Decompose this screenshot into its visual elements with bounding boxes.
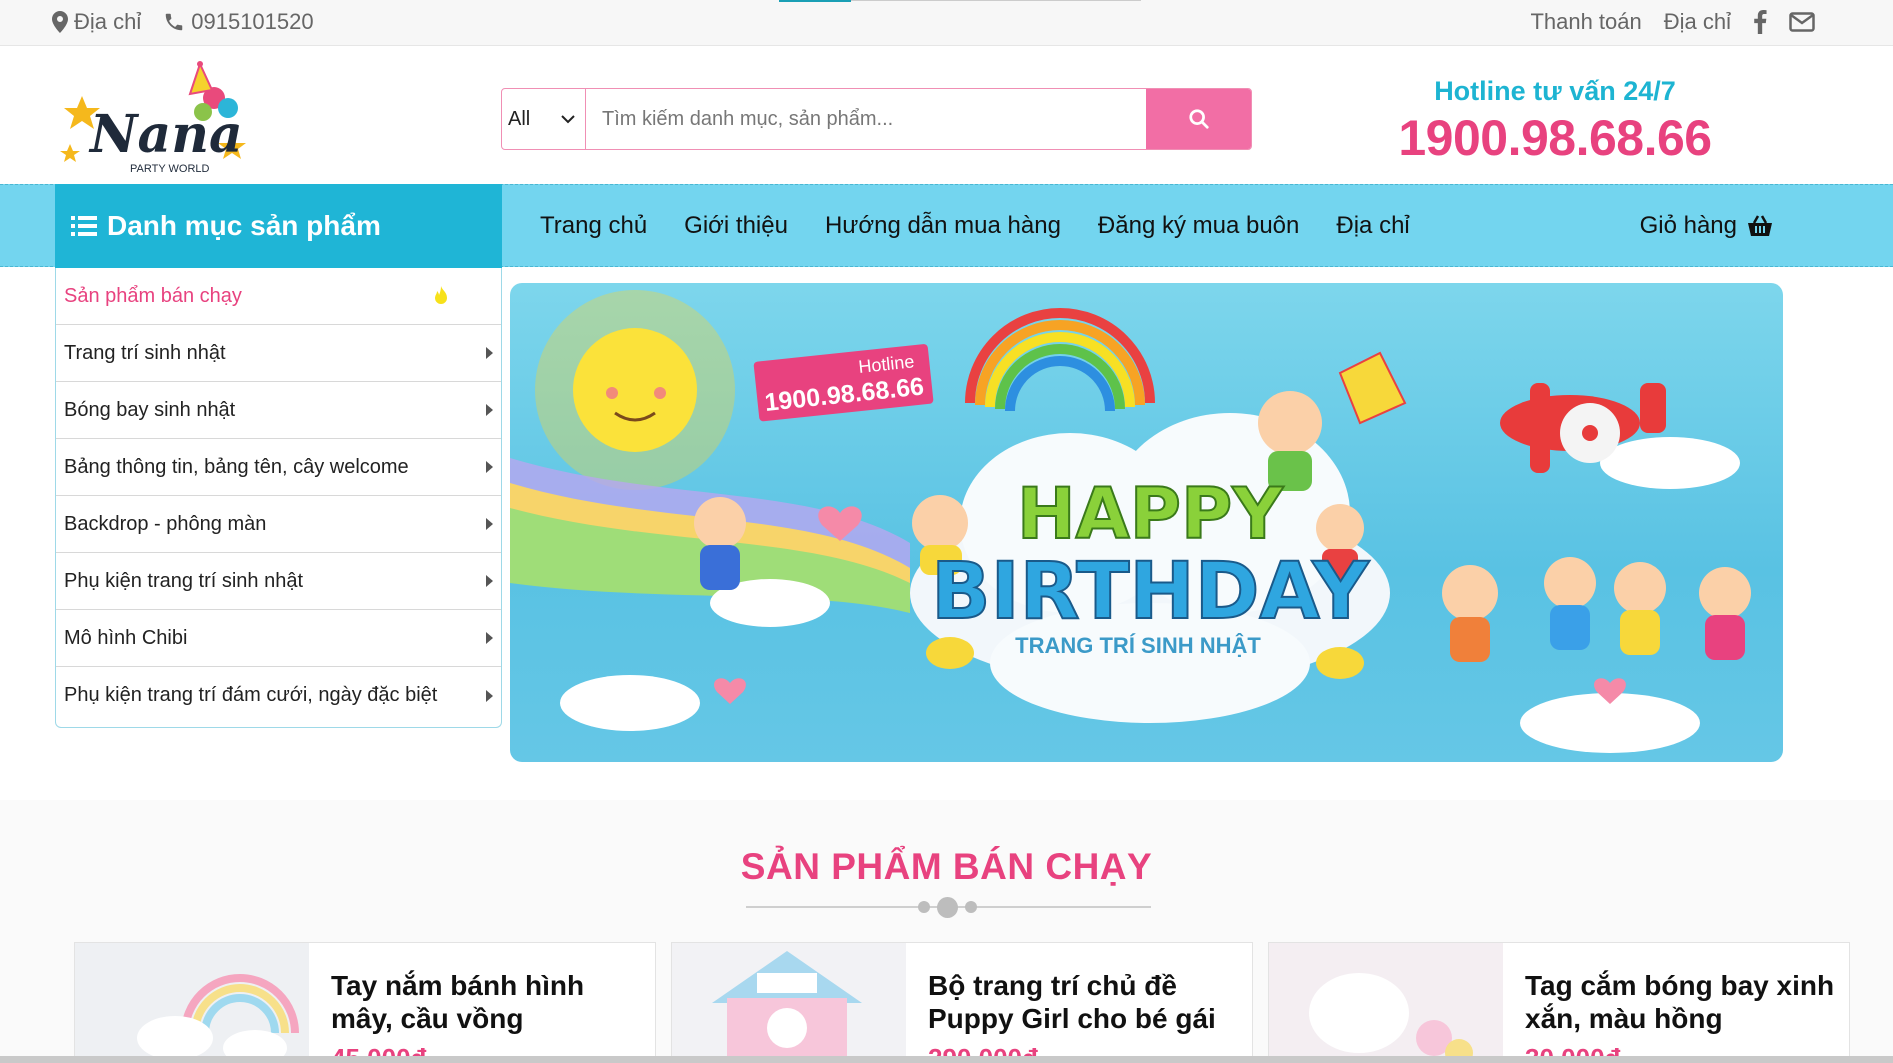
banner-illustration: Hotline 1900.98.68.66 HAPPY BIRTHDAY TRA… [510,290,1751,753]
sidebar-item-label: Sản phẩm bán chạy [64,284,242,307]
category-menu-title: Danh mục sản phẩm [107,210,381,241]
sidebar-item-balloons[interactable]: Bóng bay sinh nhật [56,382,501,439]
top-phone[interactable]: 0915101520 [163,9,314,35]
sidebar-item-label: Trang trí sinh nhật [64,341,226,364]
divider-dot [918,901,930,913]
sun-graphic [535,290,735,490]
map-pin-icon [52,11,68,33]
sidebar-item-label: Bóng bay sinh nhật [64,398,236,421]
sidebar-item-label: Phụ kiện trang trí sinh nhật [64,569,304,592]
sidebar-item-label: Bảng thông tin, bảng tên, cây welcome [64,455,409,478]
nav-links: Trang chủ Giới thiệu Hướng dẫn mua hàng … [540,184,1410,267]
hotline-number[interactable]: 1900.98.68.66 [1390,109,1720,167]
product-title[interactable]: Bộ trang trí chủ đề Puppy Girl cho bé gá… [928,969,1238,1035]
category-sidebar: Sản phẩm bán chạy Trang trí sinh nhật Bó… [55,268,502,728]
search-category-value: All [508,107,531,130]
caret-right-icon [486,575,493,587]
top-bar-contact: Địa chỉ 0915101520 [52,9,314,35]
sidebar-item-best-sellers[interactable]: Sản phẩm bán chạy [56,268,501,325]
caret-right-icon [486,461,493,473]
banner-subtitle: TRANG TRÍ SINH NHẬT [1015,633,1261,658]
horizontal-scrollbar[interactable] [0,1056,1893,1063]
product-card[interactable]: Tay nắm bánh hình mây, cầu vồng 45.000đ [74,942,656,1063]
mail-icon[interactable] [1789,12,1815,32]
address-link[interactable]: Địa chỉ [1664,9,1731,35]
top-bar: Địa chỉ 0915101520 Thanh toán Địa chỉ [0,0,1893,46]
banner-headline-line2: BIRTHDAY [931,547,1370,637]
product-title[interactable]: Tay nắm bánh hình mây, cầu vồng [331,969,641,1035]
nav-address[interactable]: Địa chỉ [1336,212,1409,240]
cart-label: Giỏ hàng [1639,211,1737,239]
top-accent-line [779,0,851,2]
logo-wordmark: Nana [88,104,243,165]
divider-dot [937,897,958,918]
sidebar-item-label: Mô hình Chibi [64,626,188,649]
payment-link[interactable]: Thanh toán [1530,9,1641,35]
sidebar-item-chibi[interactable]: Mô hình Chibi [56,610,501,667]
product-image[interactable] [75,943,309,1063]
divider-dot [965,901,977,913]
banner-headline-line1: HAPPY [1017,473,1284,555]
sidebar-item-label: Phụ kiện trang trí đám cưới, ngày đặc bi… [64,684,438,706]
search-icon [1188,109,1209,129]
search-button[interactable] [1146,89,1251,149]
top-address[interactable]: Địa chỉ [52,9,141,35]
top-bar-links: Thanh toán Địa chỉ [1530,9,1815,35]
sidebar-item-accessories[interactable]: Phụ kiện trang trí sinh nhật [56,553,501,610]
sidebar-item-wedding[interactable]: Phụ kiện trang trí đám cưới, ngày đặc bi… [56,667,501,724]
category-menu-header[interactable]: Danh mục sản phẩm [55,184,502,268]
nav-wholesale[interactable]: Đăng ký mua buôn [1098,212,1299,240]
hotline-label: Hotline tư vấn 24/7 [1434,76,1676,106]
site-logo[interactable]: Nana PARTY WORLD [60,60,250,178]
product-image[interactable] [1269,943,1503,1063]
caret-right-icon [486,689,493,702]
caret-right-icon [486,518,493,530]
top-divider [851,0,1141,1]
search-input[interactable] [586,89,1146,149]
logo-subtext: PARTY WORLD [130,163,210,175]
top-address-label: Địa chỉ [74,9,142,34]
caret-right-icon [486,404,493,416]
product-image[interactable] [672,943,906,1063]
shopping-basket-icon [1748,214,1772,236]
sidebar-item-backdrop[interactable]: Backdrop - phông màn [56,496,501,553]
nav-guide[interactable]: Hướng dẫn mua hàng [825,212,1061,240]
chevron-down-icon [561,115,575,124]
hero-banner[interactable]: Hotline 1900.98.68.66 HAPPY BIRTHDAY TRA… [510,283,1783,762]
hotline-block: Hotline tư vấn 24/7 1900.98.68.66 [1390,76,1720,167]
product-card[interactable]: Tag cắm bóng bay xinh xắn, màu hồng 30.0… [1268,942,1850,1063]
caret-right-icon [486,632,493,644]
fire-icon [435,286,447,304]
product-title[interactable]: Tag cắm bóng bay xinh xắn, màu hồng [1525,969,1835,1035]
banner-hotline-sticker: Hotline 1900.98.68.66 [753,344,934,422]
section-title: SẢN PHẨM BÁN CHẠY [740,846,1153,887]
caret-right-icon [486,347,493,359]
sidebar-item-label: Backdrop - phông màn [64,512,267,535]
nav-about[interactable]: Giới thiệu [684,212,788,240]
phone-icon [166,13,183,31]
search-category-select[interactable]: All [502,89,586,149]
product-card[interactable]: Bộ trang trí chủ đề Puppy Girl cho bé gá… [671,942,1253,1063]
nav-home[interactable]: Trang chủ [540,212,647,240]
top-phone-number: 0915101520 [191,9,314,34]
sidebar-item-signboards[interactable]: Bảng thông tin, bảng tên, cây welcome [56,439,501,496]
sidebar-item-birthday-decor[interactable]: Trang trí sinh nhật [56,325,501,382]
search-bar: All [501,88,1252,150]
cart-link[interactable]: Giỏ hàng [1640,184,1773,267]
list-icon [71,216,97,236]
logo-graphic: Nana PARTY WORLD [60,61,246,175]
facebook-icon[interactable] [1753,10,1767,34]
